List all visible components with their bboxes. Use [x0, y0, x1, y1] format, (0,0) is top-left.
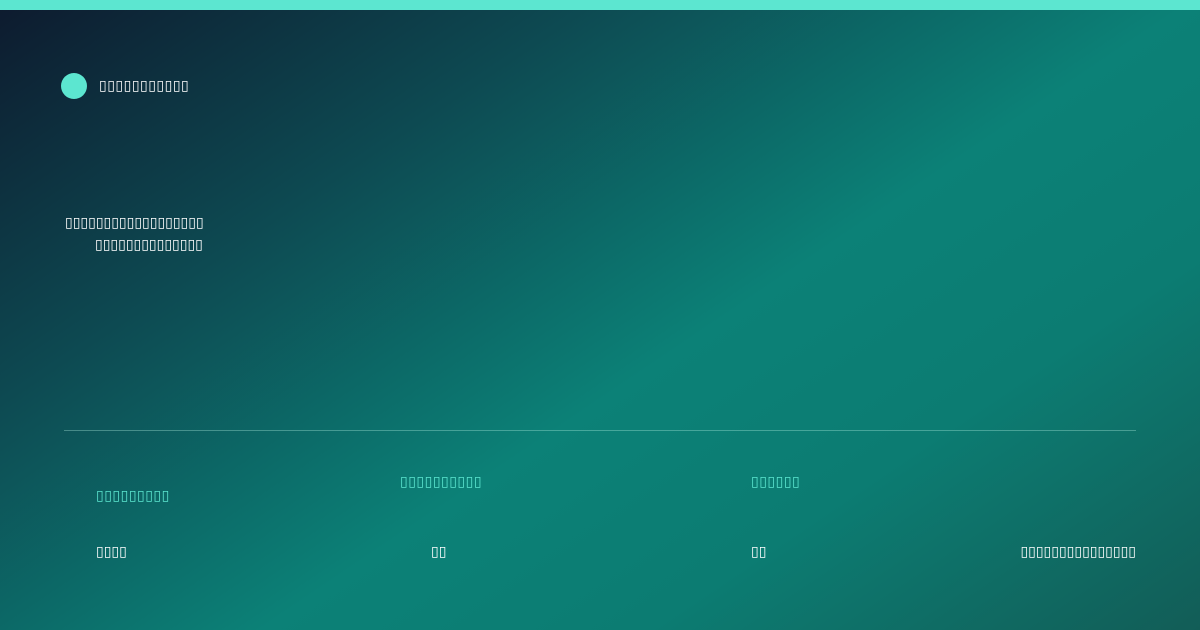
headline: ▯▯▯▯▯▯▯▯▯▯▯▯▯▯▯▯▯▯ ▯▯▯▯▯▯▯▯▯▯▯▯▯▯	[65, 212, 204, 256]
stat-label-3: ▯▯▯▯▯▯	[751, 474, 801, 490]
brand-name: ▯▯▯▯▯▯▯▯▯▯▯	[99, 78, 190, 94]
divider	[64, 430, 1136, 431]
footer-text: ▯▯▯▯▯▯▯▯▯▯▯▯▯▯▯	[1020, 544, 1136, 560]
stat-label-1: ▯▯▯▯▯▯▯▯▯	[96, 488, 170, 504]
stat-value-2: ▯▯	[431, 544, 447, 560]
headline-line-2: ▯▯▯▯▯▯▯▯▯▯▯▯▯▯	[95, 237, 203, 253]
stat-value-3: ▯▯	[751, 544, 767, 560]
stat-value-1: ▯▯▯▯	[96, 544, 127, 560]
headline-line-1: ▯▯▯▯▯▯▯▯▯▯▯▯▯▯▯▯▯▯	[65, 215, 204, 231]
top-accent-bar	[0, 0, 1200, 10]
brand-logo-dot-icon	[61, 73, 87, 99]
brand: ▯▯▯▯▯▯▯▯▯▯▯	[61, 73, 189, 99]
stat-label-2: ▯▯▯▯▯▯▯▯▯▯	[400, 474, 483, 490]
